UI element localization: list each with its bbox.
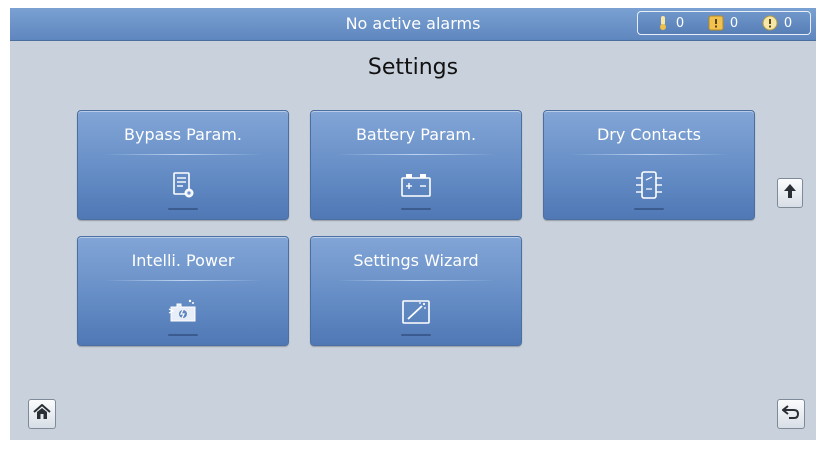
screen: No active alarms 0 0 0 Settings Bypass P… <box>10 8 816 440</box>
minor-alarm-counter: 0 <box>762 15 792 31</box>
wizard-icon <box>398 295 434 331</box>
critical-alarm-count: 0 <box>675 15 685 31</box>
divider <box>570 154 728 155</box>
icon-shadow <box>401 334 431 336</box>
icon-shadow <box>401 208 431 210</box>
back-icon <box>781 404 800 424</box>
scroll-up-button[interactable] <box>777 178 803 208</box>
dry-contacts-icon <box>631 169 667 205</box>
home-icon <box>33 403 51 424</box>
icon-shadow <box>634 208 664 210</box>
bypass-param-button[interactable]: Bypass Param. <box>77 110 289 220</box>
major-alarm-count: 0 <box>729 15 739 31</box>
icon-shadow <box>168 208 198 210</box>
status-bar: No active alarms 0 0 0 <box>10 8 816 41</box>
major-alarm-counter: 0 <box>708 15 738 31</box>
major-alarm-icon <box>708 15 724 31</box>
dry-contacts-button[interactable]: Dry Contacts <box>543 110 755 220</box>
battery-icon <box>398 169 434 205</box>
battery-param-button[interactable]: Battery Param. <box>310 110 522 220</box>
minor-alarm-count: 0 <box>783 15 793 31</box>
intelli-power-icon <box>165 295 201 331</box>
divider <box>337 154 495 155</box>
intelli-power-button[interactable]: Intelli. Power <box>77 236 289 346</box>
bypass-param-icon <box>165 169 201 205</box>
tile-label: Settings Wizard <box>353 251 479 270</box>
critical-alarm-counter: 0 <box>656 15 684 31</box>
page-title: Settings <box>367 55 459 80</box>
settings-wizard-button[interactable]: Settings Wizard <box>310 236 522 346</box>
home-button[interactable] <box>28 399 56 429</box>
alarm-counters[interactable]: 0 0 0 <box>637 11 811 35</box>
tile-label: Dry Contacts <box>596 125 702 144</box>
minor-alarm-icon <box>762 15 778 31</box>
divider <box>337 280 495 281</box>
arrow-up-icon <box>783 183 797 203</box>
back-button[interactable] <box>777 399 805 429</box>
icon-shadow <box>168 334 198 336</box>
tile-label: Bypass Param. <box>124 125 242 144</box>
divider <box>104 280 262 281</box>
critical-alarm-icon <box>656 15 670 31</box>
tile-label: Intelli. Power <box>131 251 235 270</box>
divider <box>104 154 262 155</box>
tile-label: Battery Param. <box>355 125 477 144</box>
